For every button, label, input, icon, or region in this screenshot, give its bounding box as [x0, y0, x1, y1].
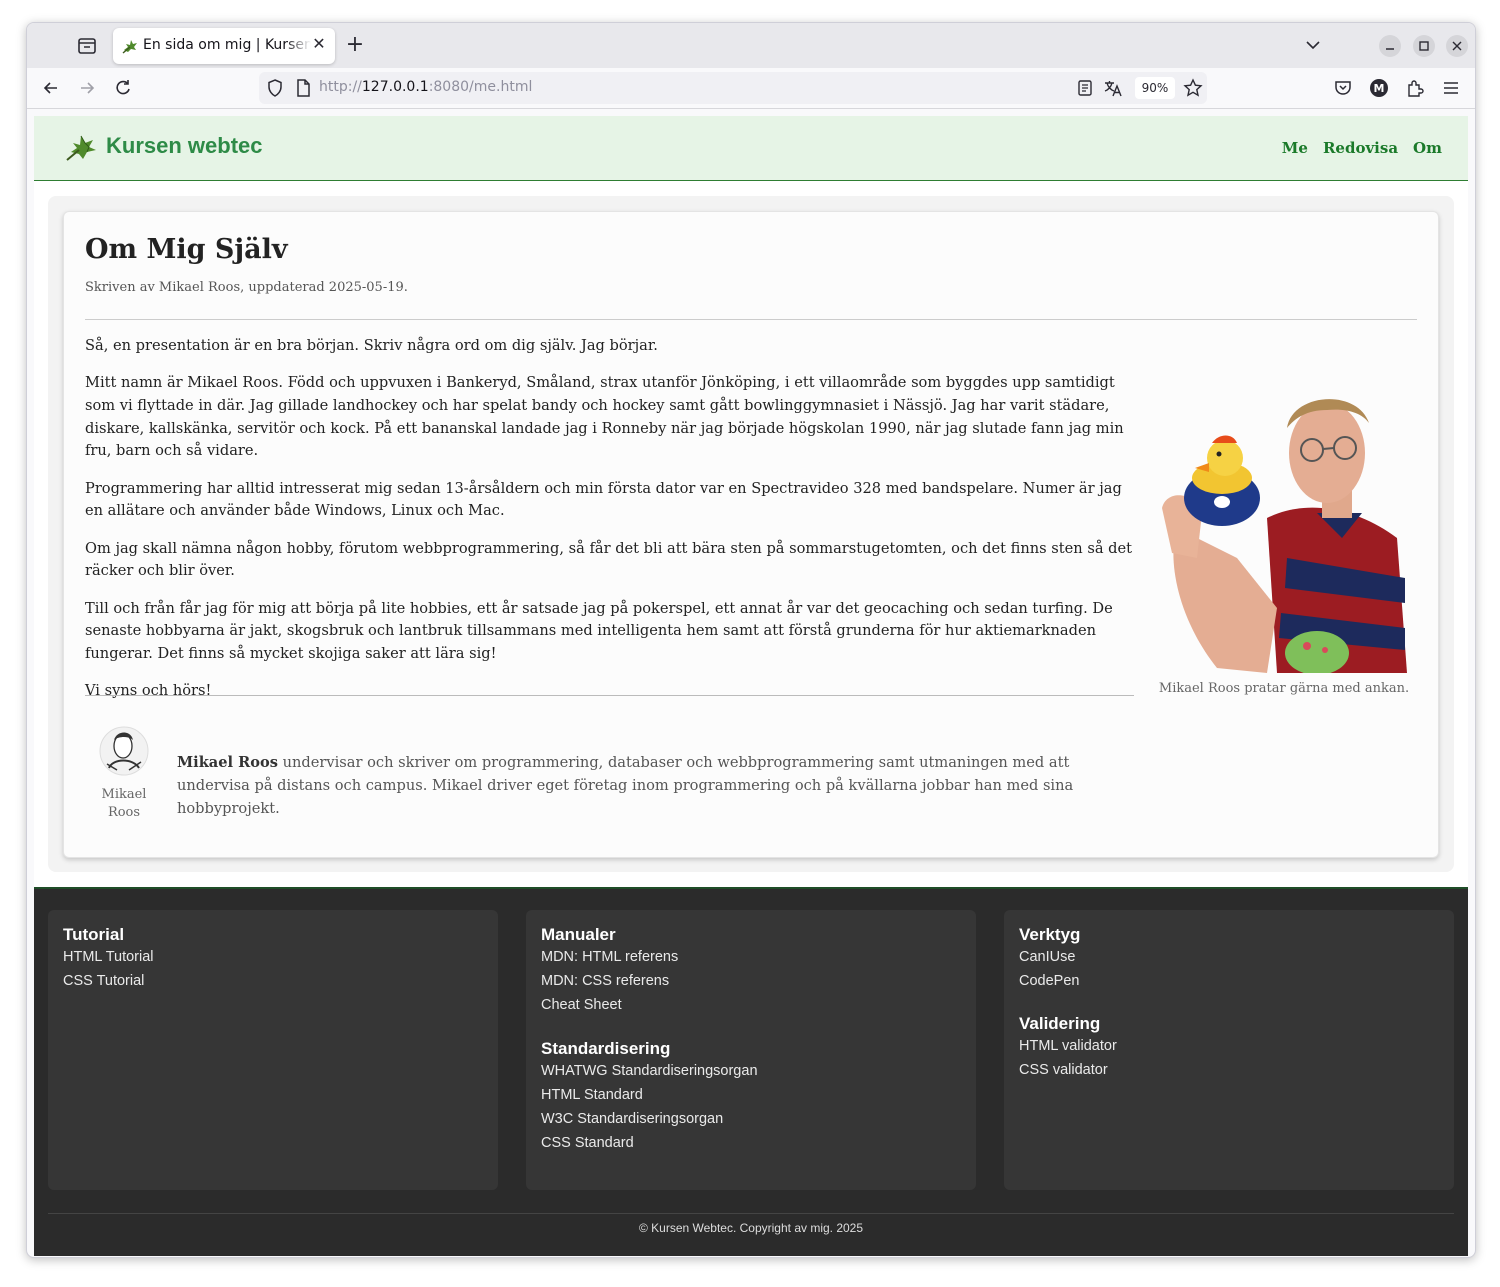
article-paragraph: Till och från får jag för mig att börja … — [85, 599, 1113, 662]
extensions-puzzle-icon[interactable] — [1405, 78, 1425, 98]
footer-link[interactable]: HTML Standard — [541, 1083, 758, 1107]
page-viewport: Kursen webtec Me Redovisa Om Om Mig Själ… — [34, 116, 1468, 1256]
article-paragraph: Om jag skall nämna någon hobby, förutom … — [85, 539, 1133, 580]
article-paragraph: Så, en presentation är en bra början. Sk… — [85, 337, 658, 354]
zoom-level-badge[interactable]: 90% — [1135, 77, 1175, 99]
url-bar[interactable]: http://127.0.0.1:8080/me.html 90% — [259, 72, 1207, 104]
author-last-name: Roos — [107, 805, 141, 820]
footer-link[interactable]: CanIUse — [1019, 945, 1080, 969]
nav-link-redovisa[interactable]: Redovisa — [1323, 139, 1398, 157]
shield-icon[interactable] — [265, 78, 285, 98]
new-tab-button[interactable]: + — [345, 34, 365, 56]
article-paragraph: Programmering har alltid intresserat mig… — [85, 479, 1122, 520]
footer-link[interactable]: CSS validator — [1019, 1058, 1117, 1082]
account-avatar-icon[interactable]: M — [1369, 78, 1389, 98]
hamburger-menu-icon[interactable] — [1441, 78, 1461, 98]
chevron-down-icon[interactable] — [1304, 36, 1322, 54]
url-host: 127.0.0.1 — [361, 79, 429, 95]
divider — [48, 1213, 1454, 1214]
minimize-icon[interactable] — [1379, 35, 1401, 57]
close-window-icon[interactable] — [1446, 35, 1468, 57]
footer-link[interactable]: MDN: CSS referens — [541, 969, 678, 993]
tab-active[interactable]: En sida om mig | Kursen webtec ✕ — [113, 28, 335, 64]
nav-link-me[interactable]: Me — [1282, 139, 1308, 157]
article-card: Om Mig Själv Skriven av Mikael Roos, upp… — [63, 211, 1439, 858]
leaf-logo-icon[interactable] — [65, 132, 99, 162]
author-duck-photo — [1157, 388, 1407, 673]
footer-link[interactable]: W3C Standardiseringsorgan — [541, 1107, 758, 1131]
url-path: :8080/me.html — [428, 79, 533, 95]
reload-icon[interactable] — [113, 78, 133, 98]
tab-close-icon[interactable]: ✕ — [311, 36, 327, 52]
footer-column-verktyg: Verktyg CanIUse CodePen Validering HTML … — [1004, 910, 1454, 1190]
footer-heading: Tutorial — [63, 925, 125, 944]
browser-window: En sida om mig | Kursen webtec ✕ + — [26, 22, 1476, 1258]
navigation-toolbar: http://127.0.0.1:8080/me.html 90% M — [27, 68, 1475, 109]
bookmark-star-icon[interactable] — [1183, 78, 1203, 98]
reader-view-icon[interactable] — [1075, 78, 1095, 98]
article-paragraph: Mitt namn är Mikael Roos. Född och uppvu… — [85, 374, 1124, 460]
site-header: Kursen webtec Me Redovisa Om — [34, 116, 1468, 181]
footer-link[interactable]: CSS Standard — [541, 1131, 758, 1155]
footer-column-tutorial: Tutorial HTML Tutorial CSS Tutorial — [48, 910, 498, 1190]
footer-link[interactable]: CSS Tutorial — [63, 969, 154, 993]
url-text[interactable]: http://127.0.0.1:8080/me.html — [319, 79, 532, 95]
photo-figure: Mikael Roos pratar gärna med ankan. — [1154, 388, 1414, 696]
author-bio-text: undervisar och skriver om programmering,… — [177, 754, 1074, 817]
footer-link[interactable]: WHATWG Standardiseringsorgan — [541, 1059, 758, 1083]
url-scheme: http:// — [319, 79, 362, 95]
footer-link[interactable]: HTML Tutorial — [63, 945, 154, 969]
photo-caption: Mikael Roos pratar gärna med ankan. — [1158, 681, 1410, 696]
footer-heading: Manualer — [541, 925, 616, 944]
pocket-icon[interactable] — [1333, 78, 1353, 98]
tab-title: En sida om mig | Kursen webtec — [143, 37, 311, 53]
back-arrow-icon[interactable] — [41, 78, 61, 98]
forward-arrow-icon[interactable] — [77, 78, 97, 98]
site-nav: Me Redovisa Om — [1282, 139, 1442, 157]
footer-link[interactable]: MDN: HTML referens — [541, 945, 678, 969]
leaf-favicon-icon — [122, 38, 138, 54]
article-paragraph: Vi syns och hörs! — [85, 682, 212, 700]
divider — [85, 319, 1417, 320]
site-footer: Tutorial HTML Tutorial CSS Tutorial Manu… — [34, 887, 1468, 1256]
tab-list-icon[interactable] — [75, 34, 99, 58]
footer-link[interactable]: Cheat Sheet — [541, 993, 678, 1017]
site-title[interactable]: Kursen webtec — [106, 133, 263, 159]
svg-text:M: M — [1374, 82, 1385, 95]
main-content: Om Mig Själv Skriven av Mikael Roos, upp… — [48, 196, 1454, 872]
footer-heading: Verktyg — [1019, 925, 1081, 944]
footer-heading: Standardisering — [541, 1039, 671, 1058]
copyright: © Kursen Webtec. Copyright av mig. 2025 — [638, 1221, 864, 1235]
footer-column-manualer: Manualer MDN: HTML referens MDN: CSS ref… — [526, 910, 976, 1190]
maximize-icon[interactable] — [1413, 35, 1435, 57]
author-avatar — [99, 724, 149, 778]
author-name: Mikael Roos — [85, 786, 163, 822]
article-body: Så, en presentation är en bra början. Sk… — [85, 335, 1137, 718]
divider — [85, 695, 1134, 696]
author-bio: Mikael Roos undervisar och skriver om pr… — [177, 751, 1122, 820]
footer-link[interactable]: CodePen — [1019, 969, 1080, 993]
author-first-name: Mikael — [101, 787, 147, 802]
page-title: Om Mig Själv — [85, 234, 288, 265]
footer-heading: Validering — [1019, 1014, 1101, 1033]
tab-bar: En sida om mig | Kursen webtec ✕ + — [27, 23, 1475, 68]
nav-link-om[interactable]: Om — [1413, 139, 1442, 157]
footer-link[interactable]: HTML validator — [1019, 1034, 1117, 1058]
author-bio-name: Mikael Roos — [177, 754, 278, 771]
page-icon[interactable] — [293, 78, 313, 98]
translate-icon[interactable] — [1103, 78, 1123, 98]
article-byline: Skriven av Mikael Roos, uppdaterad 2025-… — [85, 280, 408, 295]
